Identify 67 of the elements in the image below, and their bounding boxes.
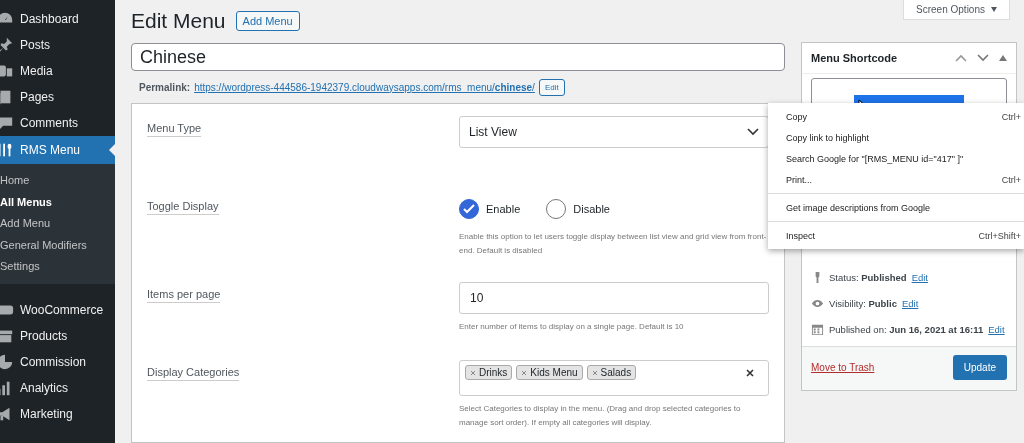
submenu-item[interactable]: All Menus [0,191,115,213]
radio-button[interactable] [459,199,479,219]
menu-type-select[interactable]: List View [459,116,769,148]
radio-label: Disable [573,203,610,215]
help-text: Enable this option to let users toggle display between list view and grid view from front-end. Default is disabled [459,231,768,257]
help-text: Select Categories to display in the menu. (Drag and drop selected categories to manage sort order). If empty all categories will display. [459,403,742,429]
context-menu-item[interactable]: Get image descriptions from Google [768,197,1024,218]
move-to-trash-link[interactable]: Move to Trash [811,362,875,373]
setting-label: Items per page [147,288,221,303]
publish-info: Status: Published [829,271,907,283]
radio-label: Enable [486,203,521,215]
sidebar-item[interactable]: Dashboard [0,6,115,32]
sidebar-item[interactable]: Marketing [0,400,115,427]
submenu-item[interactable]: Settings [0,256,115,278]
calendar-icon [811,322,824,336]
sidebar-item[interactable]: WooCommerce [0,296,115,323]
pin-icon [0,36,14,54]
category-tag[interactable]: Drinks [465,365,513,380]
items-per-page-field[interactable]: 10 [459,282,769,314]
remove-icon[interactable] [470,369,476,376]
sidebar-item[interactable]: Pages [0,84,115,110]
remove-icon[interactable] [591,369,598,376]
sidebar-item[interactable]: RMS Menu [0,136,115,164]
publish-info: Visibility: Public [829,297,897,309]
title-field[interactable]: Chinese [131,43,785,71]
edit-button[interactable]: Edit [538,78,565,96]
sidebar-item[interactable]: Media [0,58,115,84]
page-title: Edit Menu [131,9,226,33]
cutlery-icon [0,141,14,159]
help-text: Enter number of items to display on a single page. Default is 10 [459,321,685,333]
context-menu-item[interactable]: Print... Ctrl+ [768,169,1024,190]
context-menu-item[interactable]: Inspect Ctrl+Shift+ [768,225,1024,246]
update-button[interactable]: Update [952,355,1007,380]
permalink-label: Permalink: [139,81,191,93]
category-tag[interactable]: Kids Menu [516,365,583,380]
submenu-item[interactable]: Add Menu [0,213,115,235]
sidebar-item[interactable]: Posts [0,32,115,58]
collapse-icon[interactable] [999,55,1007,61]
category-tag[interactable]: Salads [586,365,637,380]
setting-label: Display Categories [147,366,240,381]
sidebar-item[interactable]: Products [0,322,115,349]
remove-icon[interactable] [521,369,528,376]
sidebar-item[interactable]: Comments [0,110,115,136]
context-menu-item[interactable]: Copy Ctrl+ [768,106,1024,127]
checkmark-icon [463,204,475,214]
chevron-down-icon [747,128,759,136]
edit-link[interactable]: Edit [988,323,1005,335]
chevron-down-icon[interactable] [977,54,989,62]
submenu-item[interactable]: General Modifiers [0,234,115,256]
sidebar-item[interactable]: Analytics [0,374,115,401]
clear-icon[interactable] [746,369,754,377]
categories-field[interactable]: Drinks Kids Menu Salads [459,360,769,396]
publish-info: Published on: Jun 16, 2021 at 16:11 [829,323,984,335]
add-menu-button[interactable]: Add Menu [235,11,300,31]
context-menu-item[interactable]: Copy link to highlight [768,127,1024,148]
pie-icon [0,352,14,371]
context-menu-item[interactable]: Search Google for "[RMS_MENU id="417" ]" [768,148,1024,169]
screen-options-button[interactable]: Screen Options [903,0,1010,20]
edit-link[interactable]: Edit [911,271,928,283]
setting-label: Toggle Display [147,200,219,215]
submenu-item[interactable]: Home [0,170,115,192]
edit-link[interactable]: Edit [901,297,919,309]
setting-label: Menu Type [147,122,202,137]
box-title: Menu Shortcode [811,52,899,64]
sidebar-item[interactable]: Commission [0,348,115,375]
permalink-link[interactable]: https://wordpress-444586-1942379.cloudwaysapps.com/rms_menu/chinese/ [194,81,535,93]
chevron-up-icon[interactable] [955,54,967,62]
